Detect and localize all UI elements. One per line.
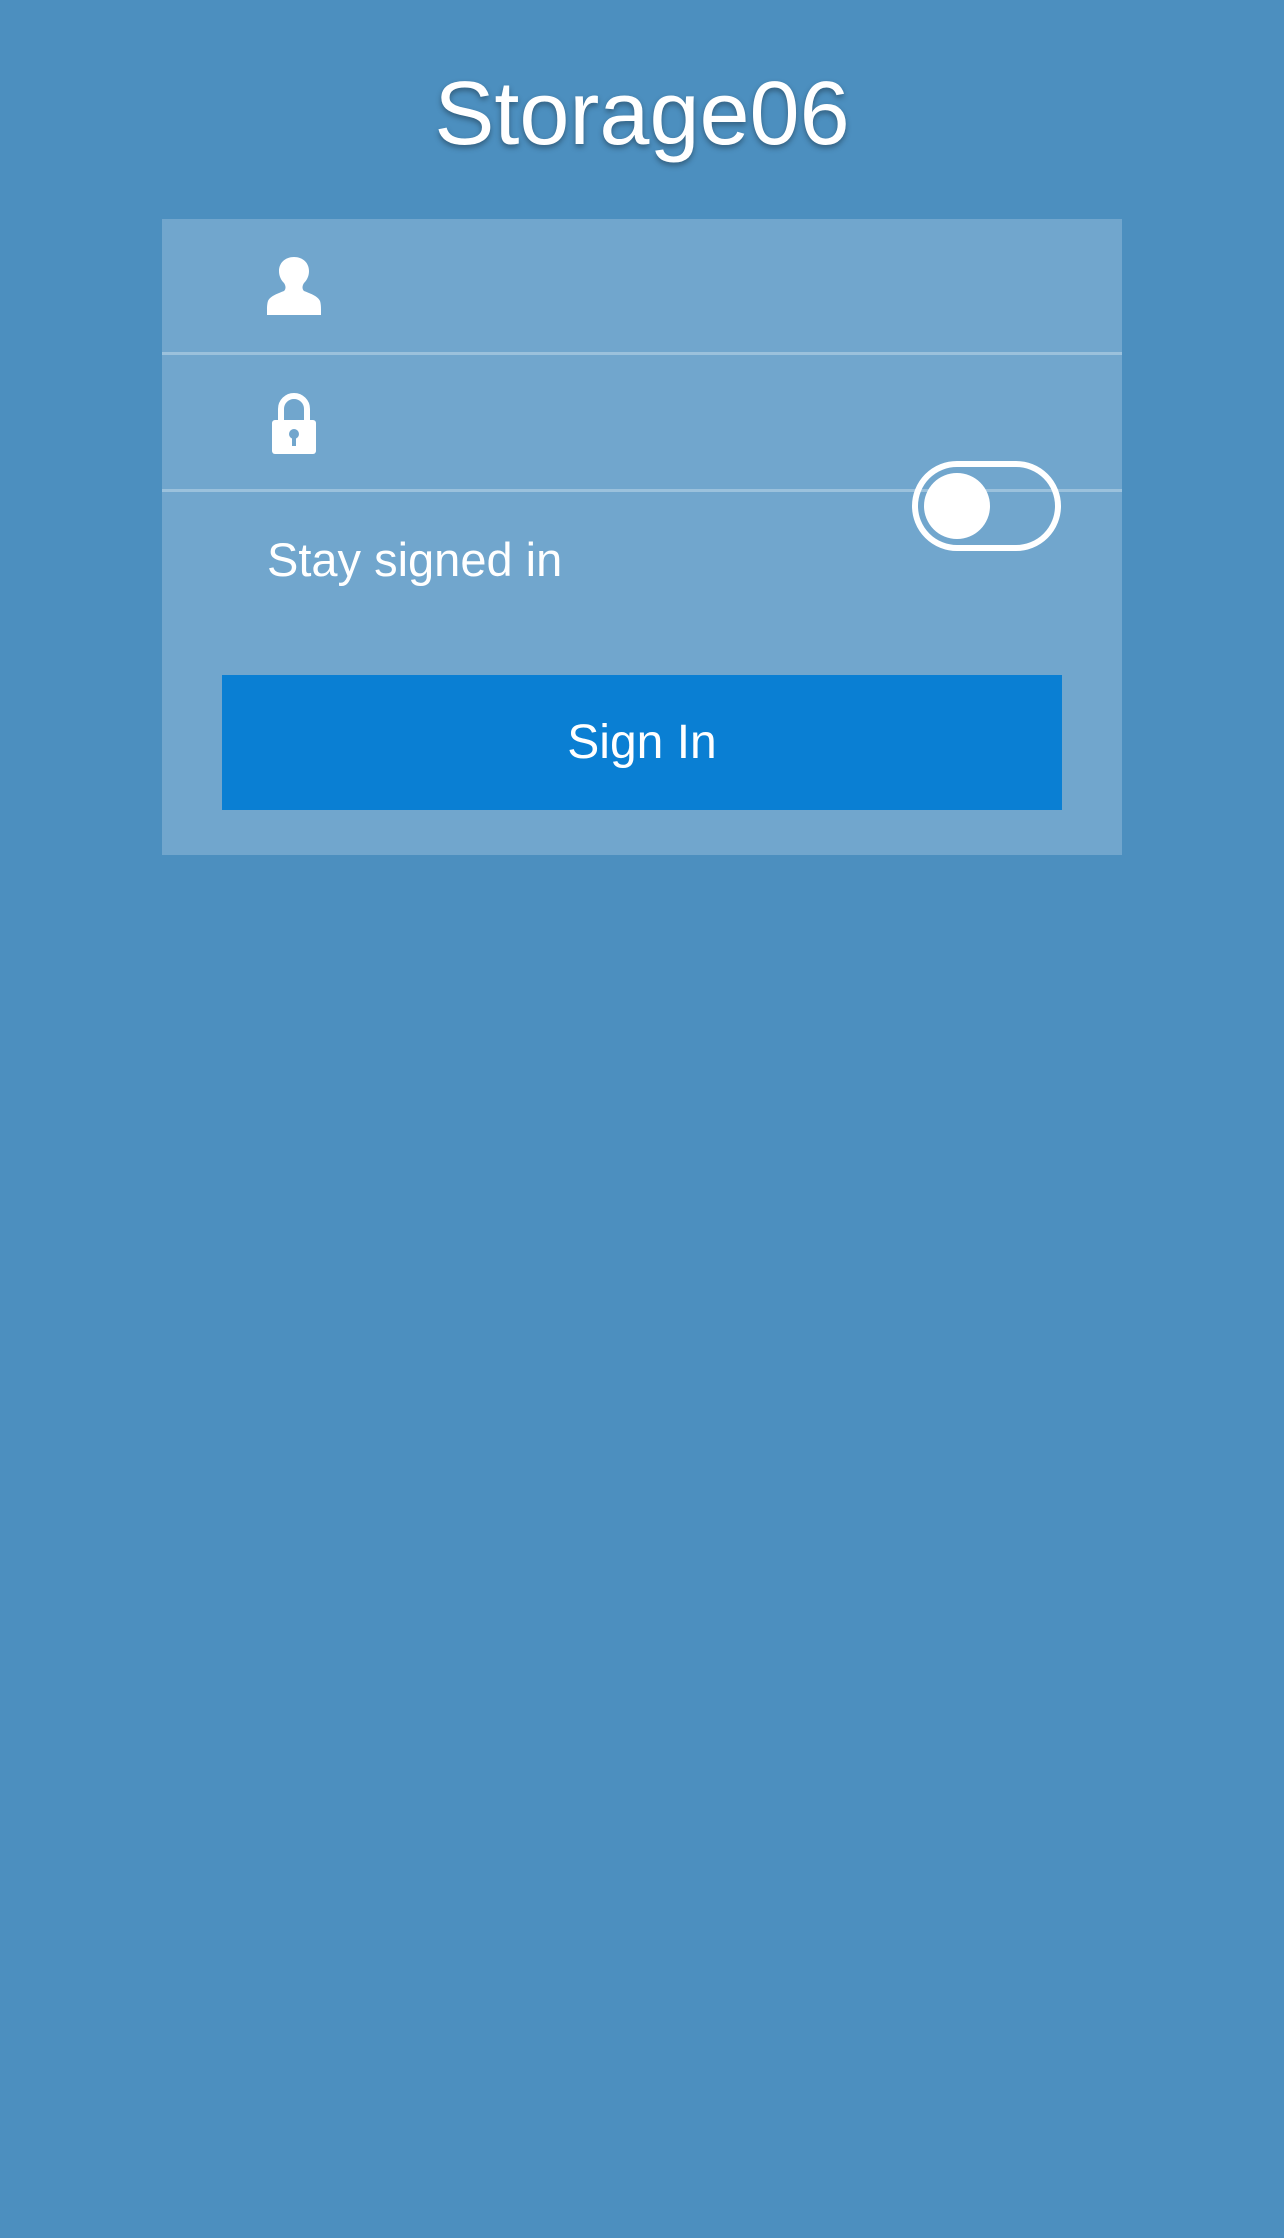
- username-row: [162, 219, 1122, 355]
- username-input[interactable]: [362, 239, 1086, 337]
- stay-signed-in-toggle[interactable]: [912, 461, 1061, 551]
- sign-in-button[interactable]: Sign In: [222, 675, 1062, 810]
- user-icon: [266, 255, 322, 319]
- stay-signed-in-label: Stay signed in: [267, 533, 563, 586]
- toggle-knob: [924, 473, 990, 539]
- login-panel: Stay signed in Sign In: [162, 219, 1122, 855]
- password-input[interactable]: [362, 376, 1086, 474]
- app-title: Storage06: [434, 64, 850, 164]
- lock-icon: [266, 392, 322, 456]
